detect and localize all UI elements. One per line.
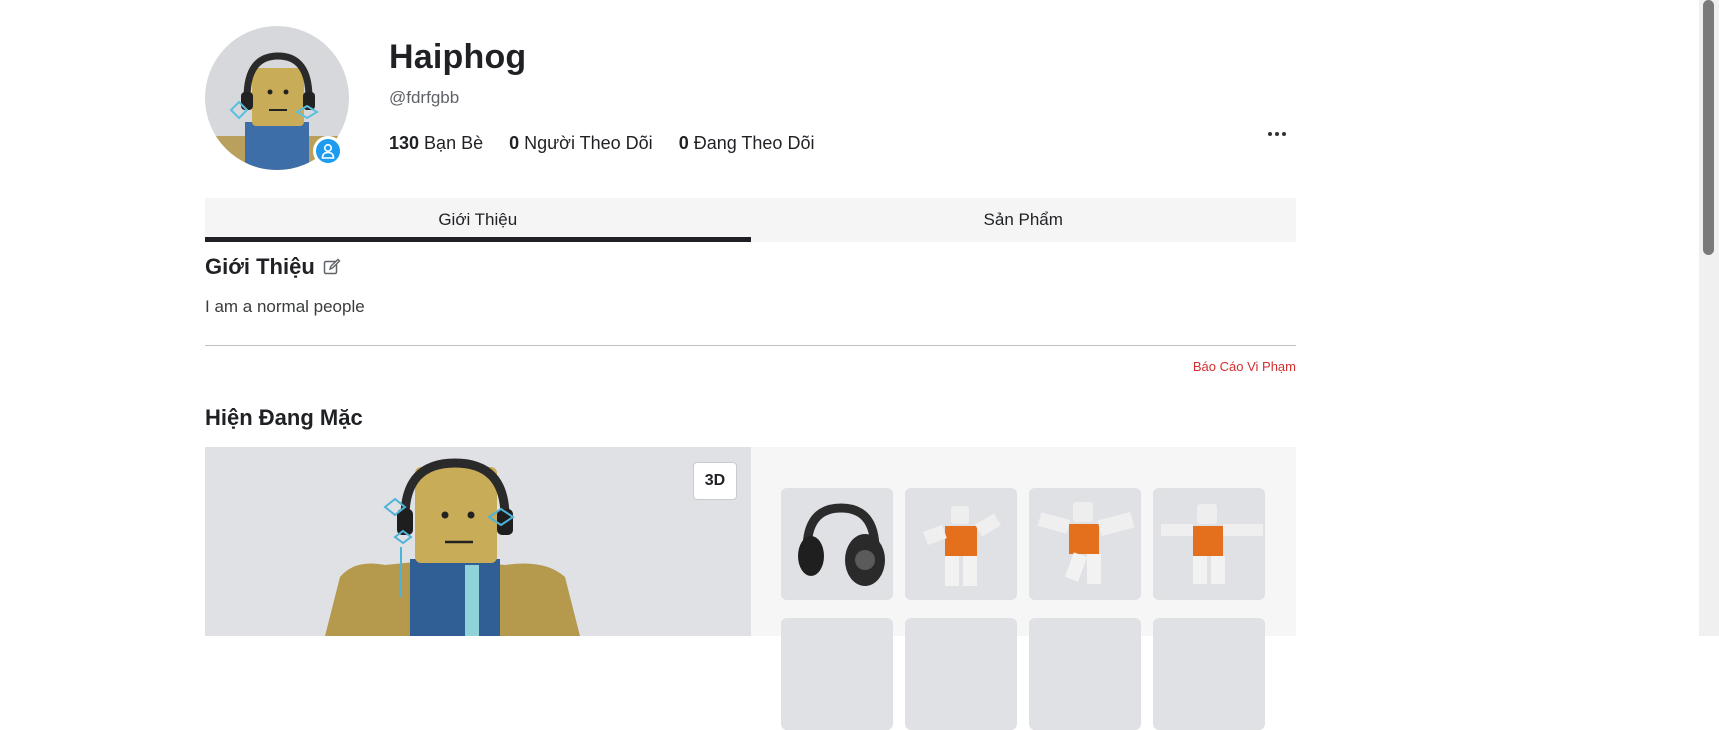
animation-pose-icon: [1037, 502, 1135, 584]
profile-avatar[interactable]: [205, 26, 349, 170]
profile-tabs: Giới Thiệu Sản Phẩm: [205, 198, 1296, 242]
toggle-3d-button[interactable]: 3D: [693, 462, 737, 500]
edit-icon[interactable]: [323, 258, 341, 276]
divider: [205, 345, 1296, 346]
report-abuse-link[interactable]: Báo Cáo Vi Phạm: [1193, 359, 1296, 374]
animation-pose-icon: [923, 506, 1002, 586]
stat-count: 130: [389, 133, 420, 153]
stat-count: 0: [509, 133, 520, 153]
user-icon: [321, 143, 335, 159]
stat-label: Người Theo Dõi: [524, 133, 653, 153]
wearing-item[interactable]: [781, 618, 893, 730]
about-heading: Giới Thiệu: [205, 254, 341, 280]
wearing-item[interactable]: [1029, 618, 1141, 730]
wearing-item[interactable]: [1153, 618, 1265, 730]
stat-friends[interactable]: 130 Bạn Bè: [389, 133, 483, 154]
avatar-render-icon: [325, 458, 580, 636]
tab-about[interactable]: Giới Thiệu: [205, 198, 751, 242]
wearing-item[interactable]: [1029, 488, 1141, 600]
profile-stats: 130 Bạn Bè 0 Người Theo Dõi 0 Đang Theo Dõi: [389, 133, 814, 154]
animation-pose-icon: [1161, 504, 1263, 584]
avatar-preview[interactable]: 3D: [205, 447, 751, 636]
stat-count: 0: [678, 133, 689, 153]
about-description: I am a normal people: [205, 297, 365, 316]
page-scrollbar[interactable]: [1699, 0, 1719, 636]
display-name: Haiphog: [389, 38, 527, 76]
scrollbar-thumb[interactable]: [1703, 0, 1714, 255]
stat-label: Bạn Bè: [424, 133, 484, 153]
wearing-item[interactable]: [1153, 488, 1265, 600]
stat-label: Đang Theo Dõi: [693, 133, 815, 153]
about-title: Giới Thiệu: [205, 254, 315, 279]
tab-creations[interactable]: Sản Phẩm: [751, 198, 1297, 242]
username: @fdrfgbb: [389, 88, 460, 107]
profile-page: Haiphog @fdrfgbb 130 Bạn Bè 0 Người Theo D…: [205, 0, 1296, 730]
wearing-item[interactable]: [905, 618, 1017, 730]
more-options-button[interactable]: [1262, 122, 1292, 146]
stat-followers[interactable]: 0 Người Theo Dõi: [509, 133, 653, 154]
stat-following[interactable]: 0 Đang Theo Dõi: [679, 133, 815, 154]
ellipsis-icon: [1268, 132, 1272, 136]
wearing-item[interactable]: [905, 488, 1017, 600]
wearing-items-grid: [751, 447, 1296, 730]
headphones-icon: [798, 503, 885, 586]
wearing-item[interactable]: [781, 488, 893, 600]
presence-badge: [313, 136, 343, 166]
currently-wearing-title: Hiện Đang Mặc: [205, 405, 363, 430]
